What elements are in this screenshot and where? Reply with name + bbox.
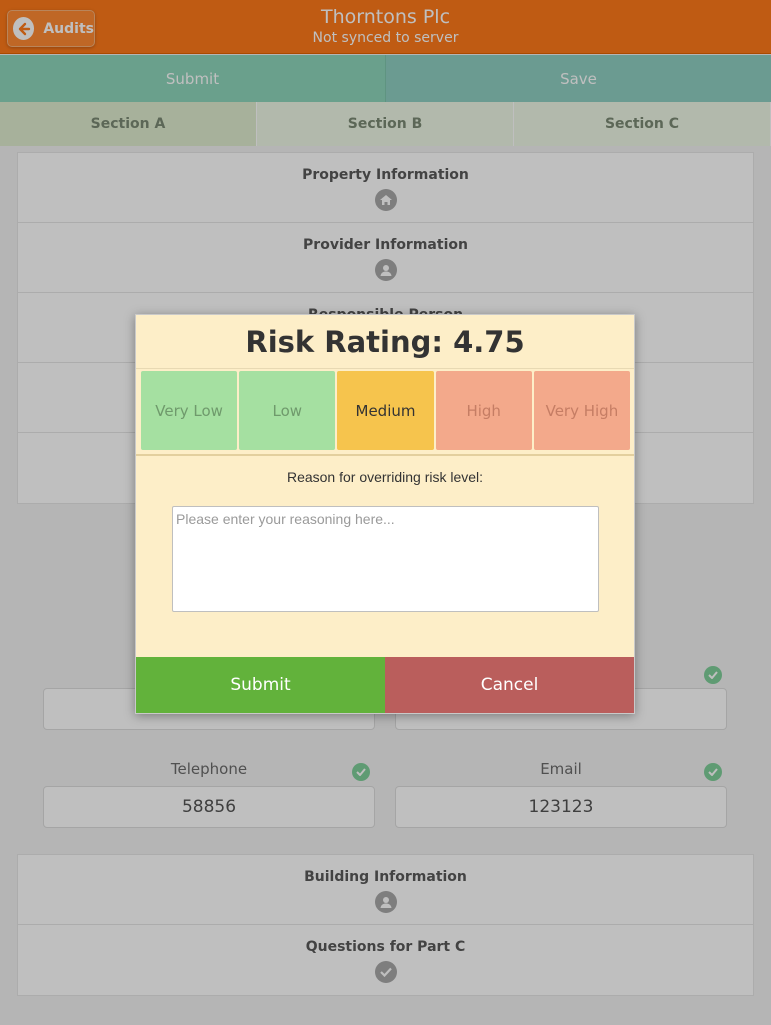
risk-level-selector: Very Low Low Medium High Very High bbox=[136, 368, 634, 456]
override-reason-input[interactable] bbox=[172, 506, 599, 612]
dialog-cancel-button[interactable]: Cancel bbox=[385, 657, 634, 713]
risk-rating-title: Risk Rating: 4.75 bbox=[245, 325, 525, 359]
rating-medium[interactable]: Medium bbox=[337, 371, 434, 450]
dialog-submit-button[interactable]: Submit bbox=[136, 657, 385, 713]
override-reason-label: Reason for overriding risk level: bbox=[286, 469, 484, 485]
dialog-actions: Submit Cancel bbox=[136, 657, 634, 713]
rating-very-low[interactable]: Very Low bbox=[141, 371, 238, 450]
risk-rating-dialog: Risk Rating: 4.75 Very Low Low Medium Hi… bbox=[135, 314, 635, 714]
rating-high[interactable]: High bbox=[435, 371, 532, 450]
rating-low[interactable]: Low bbox=[239, 371, 336, 450]
rating-very-high[interactable]: Very High bbox=[533, 371, 631, 450]
